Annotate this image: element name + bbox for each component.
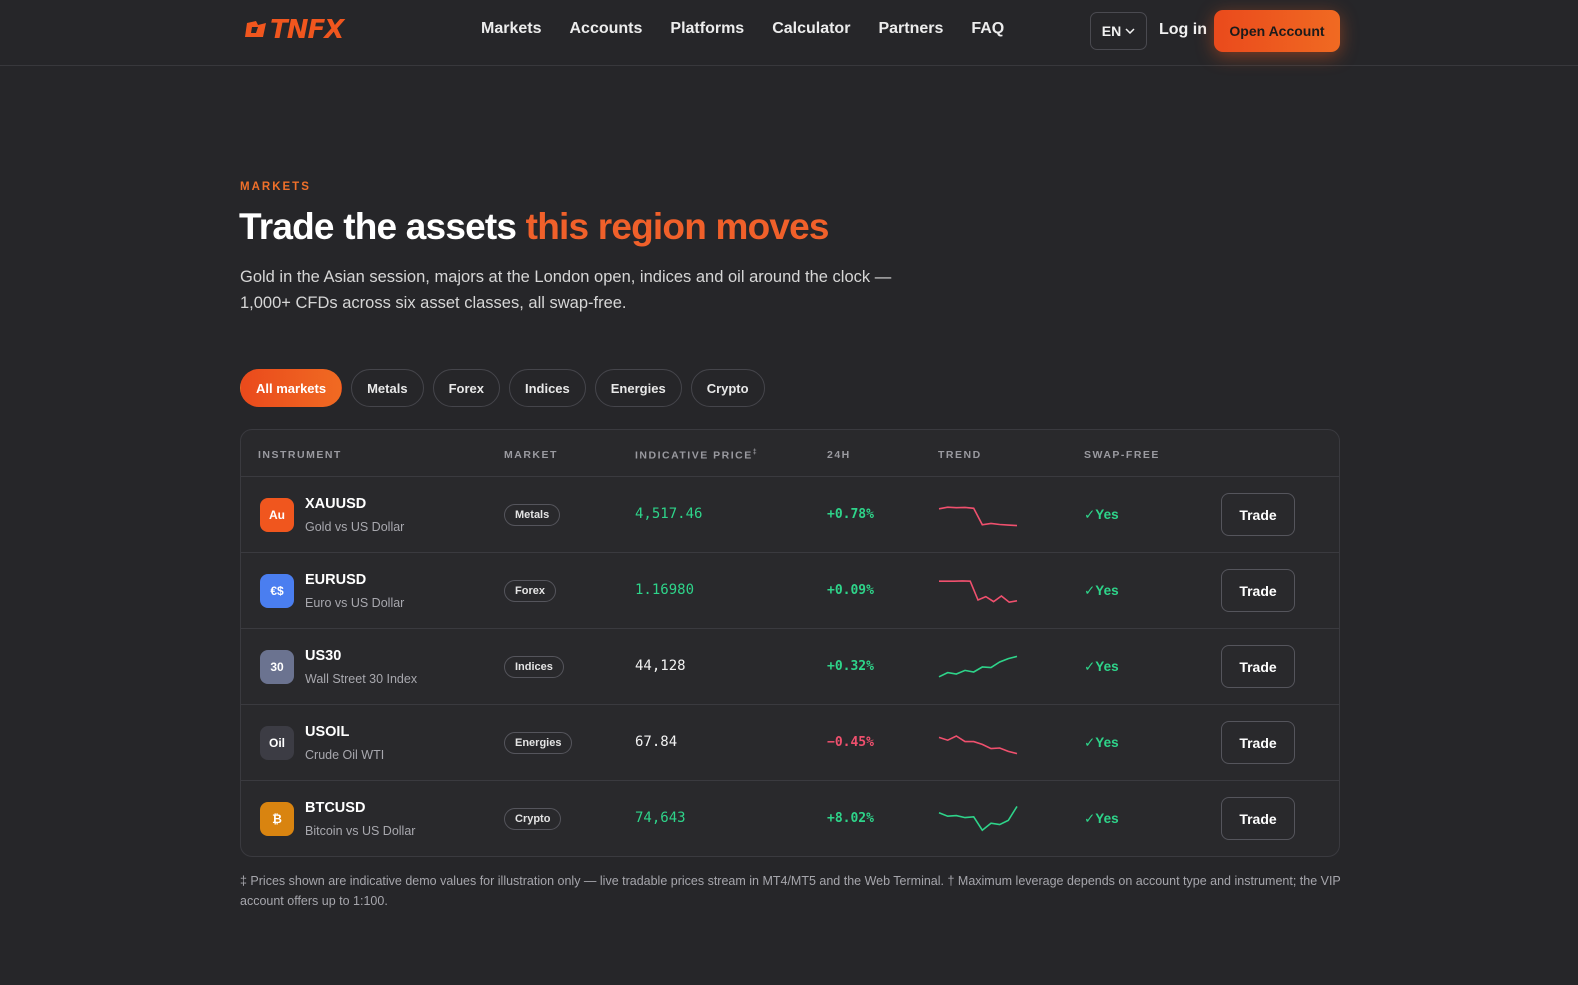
instrument-symbol: USOIL (305, 724, 350, 740)
instrument-symbol: US30 (305, 648, 342, 664)
trend-sparkline (938, 805, 1018, 832)
col-24h: 24H (827, 449, 851, 461)
trade-button[interactable]: Trade (1221, 493, 1295, 536)
swap-free-status: ✓Yes (1084, 507, 1119, 522)
brand-name: TNFX (270, 15, 344, 45)
sparkline-line (938, 735, 1018, 755)
instrument-badge-icon: 30 (260, 650, 294, 684)
title-plain: Trade the assets (239, 206, 526, 247)
trade-button[interactable]: Trade (1221, 721, 1295, 764)
col-swap-free: SWAP-FREE (1084, 449, 1160, 461)
trade-button[interactable]: Trade (1221, 797, 1295, 840)
table-header: INSTRUMENT MARKET INDICATIVE PRICE‡ 24H … (241, 430, 1339, 477)
market-tag: Metals (504, 504, 561, 526)
filter-energies[interactable]: Energies (594, 369, 682, 407)
instrument-name: Bitcoin vs US Dollar (305, 824, 416, 838)
col-price-label: INDICATIVE PRICE (635, 449, 753, 462)
language-selector[interactable]: EN (1090, 12, 1147, 50)
market-tag: Indices (504, 656, 564, 678)
sparkline-line (938, 506, 1018, 527)
market-filter-tabs: All markets Metals Forex Indices Energie… (240, 369, 774, 407)
bull-logo-icon (245, 21, 266, 37)
filter-all-markets[interactable]: All markets (240, 369, 343, 407)
login-link[interactable]: Log in (1159, 21, 1207, 39)
market-tag: Forex (504, 580, 556, 602)
instrument-symbol: EURUSD (305, 572, 367, 588)
sparkline-line (939, 580, 1018, 604)
nav-faq[interactable]: FAQ (971, 20, 1004, 38)
section-eyebrow: MARKETS (240, 181, 311, 193)
instrument-symbol: BTCUSD (305, 800, 366, 816)
col-price: INDICATIVE PRICE‡ (635, 449, 757, 462)
indicative-price: 74,643 (635, 810, 686, 826)
markets-table: INSTRUMENT MARKET INDICATIVE PRICE‡ 24H … (240, 429, 1340, 857)
trend-sparkline (939, 580, 1018, 604)
filter-forex[interactable]: Forex (432, 369, 500, 407)
trend-sparkline (938, 655, 1018, 678)
chevron-down-icon (1125, 28, 1135, 34)
trend-sparkline (938, 506, 1018, 527)
indicative-price: 44,128 (635, 658, 686, 674)
trade-button[interactable]: Trade (1221, 569, 1295, 612)
change-24h: +8.02% (827, 811, 874, 826)
table-row: Oil USOIL Crude Oil WTI Energies 67.84 −0.45%… (241, 705, 1339, 781)
site-header: TNFX Markets Accounts Platforms Calculat… (0, 0, 1578, 66)
instrument-name: Crude Oil WTI (305, 748, 385, 762)
change-24h: +0.32% (827, 659, 874, 674)
instrument-badge-icon: ₿ (260, 802, 294, 836)
filter-indices[interactable]: Indices (508, 369, 586, 407)
swap-free-status: ✓Yes (1084, 659, 1119, 674)
sparkline-line (938, 805, 1018, 832)
change-24h: +0.09% (827, 583, 874, 598)
table-body: Au XAUUSD Gold vs US Dollar Metals 4,517.46 +… (241, 477, 1339, 856)
nav-accounts[interactable]: Accounts (569, 20, 642, 38)
page-title: Trade the assets this region moves (239, 206, 830, 248)
indicative-price: 67.84 (635, 734, 678, 750)
change-24h: +0.78% (827, 507, 874, 522)
nav-platforms[interactable]: Platforms (670, 20, 744, 38)
table-row: 30 US30 Wall Street 30 Index Indices 44,128 +… (241, 629, 1339, 705)
swap-free-status: ✓Yes (1084, 811, 1119, 826)
instrument-name: Wall Street 30 Index (305, 672, 418, 686)
nav-markets[interactable]: Markets (481, 20, 541, 38)
brand-logo[interactable]: TNFX (244, 14, 344, 46)
table-row: €$ EURUSD Euro vs US Dollar Forex 1.16980 +0.… (241, 553, 1339, 629)
instrument-badge-icon: Oil (260, 726, 294, 760)
indicative-price: 1.16980 (635, 582, 695, 598)
col-market: MARKET (504, 449, 558, 461)
table-row: ₿ BTCUSD Bitcoin vs US Dollar Crypto 74,643 +… (241, 781, 1339, 856)
table-row: Au XAUUSD Gold vs US Dollar Metals 4,517.46 +… (241, 477, 1339, 553)
col-trend: TREND (938, 449, 982, 461)
change-24h: −0.45% (827, 735, 874, 750)
instrument-symbol: XAUUSD (305, 496, 367, 512)
page-subtitle: Gold in the Asian session, majors at the… (240, 268, 892, 312)
swap-free-status: ✓Yes (1084, 583, 1119, 598)
trade-button[interactable]: Trade (1221, 645, 1295, 688)
main-nav: Markets Accounts Platforms Calculator Pa… (481, 20, 1032, 38)
open-account-button[interactable]: Open Account (1214, 10, 1340, 52)
market-tag: Crypto (504, 808, 562, 830)
sparkline-line (938, 655, 1018, 678)
nav-partners[interactable]: Partners (878, 20, 943, 38)
instrument-name: Euro vs US Dollar (305, 596, 405, 610)
instrument-badge-icon: €$ (260, 574, 294, 608)
nav-calculator[interactable]: Calculator (772, 20, 850, 38)
instrument-badge-icon: Au (260, 498, 294, 532)
pricing-footnote: ‡ Prices shown are indicative demo value… (240, 874, 1341, 908)
market-tag: Energies (504, 732, 573, 754)
indicative-price: 4,517.46 (635, 506, 703, 522)
col-instrument: INSTRUMENT (258, 449, 342, 461)
filter-crypto[interactable]: Crypto (690, 369, 765, 407)
col-price-footnote-mark: ‡ (752, 449, 757, 456)
swap-free-status: ✓Yes (1084, 735, 1119, 750)
instrument-name: Gold vs US Dollar (305, 520, 405, 534)
title-accent: this region moves (525, 206, 830, 247)
filter-metals[interactable]: Metals (351, 369, 424, 407)
trend-sparkline (938, 735, 1018, 755)
language-label: EN (1101, 23, 1122, 39)
